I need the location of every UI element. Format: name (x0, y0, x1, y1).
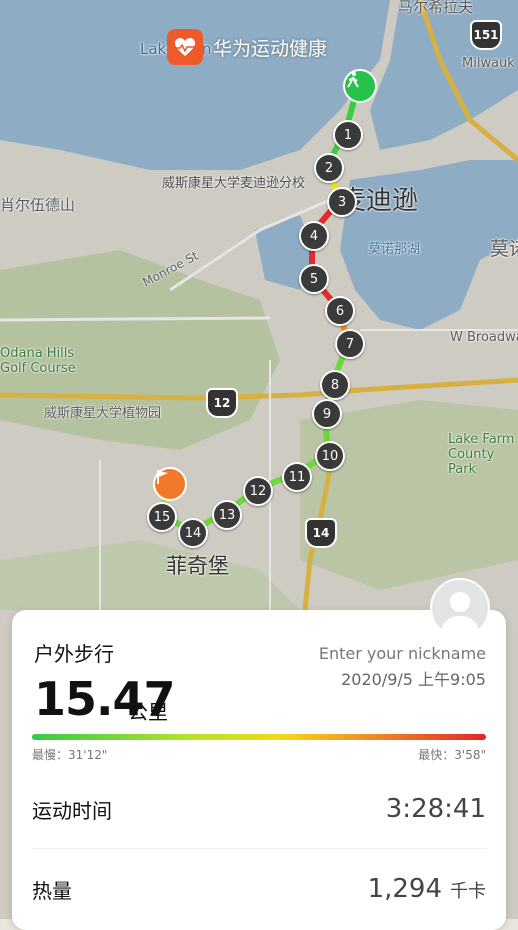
highway-shield: 12 (206, 388, 238, 418)
km-marker[interactable]: 1 (333, 120, 363, 150)
map-label-fitchburg: 菲奇堡 (166, 554, 229, 578)
km-marker[interactable]: 8 (320, 370, 350, 400)
highway-shield: 14 (305, 518, 337, 548)
pace-gradient-bar (32, 734, 486, 740)
km-marker[interactable]: 9 (312, 399, 342, 429)
duration-label: 运动时间 (32, 798, 112, 823)
heart-icon (175, 38, 195, 56)
map-label-right-partial: 莫诺 (490, 238, 518, 260)
calories-row: 热量 1,294 千卡 (32, 854, 486, 924)
map-label-lake-monona: 莫诺那湖 (368, 242, 421, 257)
start-walking-icon[interactable] (343, 69, 377, 103)
divider (32, 848, 486, 849)
distance-unit: 公里 (128, 700, 168, 724)
app-name: 华为运动健康 (213, 37, 328, 60)
slowest-pace: 最慢：31'12" (32, 748, 108, 762)
finish-flag-icon[interactable] (153, 467, 187, 501)
km-marker[interactable]: 2 (314, 153, 344, 183)
avatar[interactable] (430, 578, 490, 638)
km-marker[interactable]: 14 (178, 518, 208, 548)
km-marker[interactable]: 13 (212, 500, 242, 530)
km-marker[interactable]: 11 (282, 462, 312, 492)
km-marker[interactable]: 12 (243, 476, 273, 506)
map-label-top: 马尔希拉夫 (398, 0, 474, 16)
map-label-shorewood: 肖尔伍德山 (0, 196, 76, 214)
calories-unit: 千卡 (450, 881, 486, 902)
km-marker[interactable]: 5 (299, 264, 329, 294)
heart-logo-icon (167, 29, 203, 65)
km-marker[interactable]: 4 (299, 221, 329, 251)
map-label-uw-madison: 威斯康星大学麦迪逊分校 (162, 176, 306, 191)
walking-icon (347, 72, 359, 88)
map-label-w-broadway: W Broadwa (450, 330, 518, 345)
activity-type: 户外步行 (34, 642, 114, 666)
summary-card: 户外步行 Enter your nickname 2020/9/5 上午9:05… (12, 610, 506, 930)
map-label-milwaukee: Milwauk (462, 56, 515, 71)
highway-shield: 151 (470, 20, 502, 50)
km-marker[interactable]: 3 (327, 187, 357, 217)
calories-value: 1,294 (367, 874, 442, 904)
km-marker[interactable]: 10 (315, 441, 345, 471)
map-label-arboretum: 威斯康星大学植物园 (44, 406, 162, 421)
km-marker[interactable]: 6 (325, 296, 355, 326)
flag-icon (157, 470, 168, 484)
duration-value: 3:28:41 (385, 794, 486, 824)
user-avatar-icon (440, 592, 480, 636)
calories-label: 热量 (32, 878, 72, 903)
calories-value-wrap: 1,294 千卡 (368, 874, 486, 904)
map-label-lake-farm: Lake Farm County Park (448, 432, 515, 477)
km-marker[interactable]: 15 (147, 502, 177, 532)
activity-datetime: 2020/9/5 上午9:05 (341, 670, 486, 689)
app-brand: 华为运动健康 (167, 29, 327, 65)
duration-row: 运动时间 3:28:41 (32, 774, 486, 844)
nickname-field[interactable]: Enter your nickname (319, 644, 486, 663)
map-label-odana: Odana Hills Golf Course (0, 346, 76, 376)
fastest-pace: 最快：3'58" (418, 748, 486, 762)
km-marker[interactable]: 7 (335, 329, 365, 359)
